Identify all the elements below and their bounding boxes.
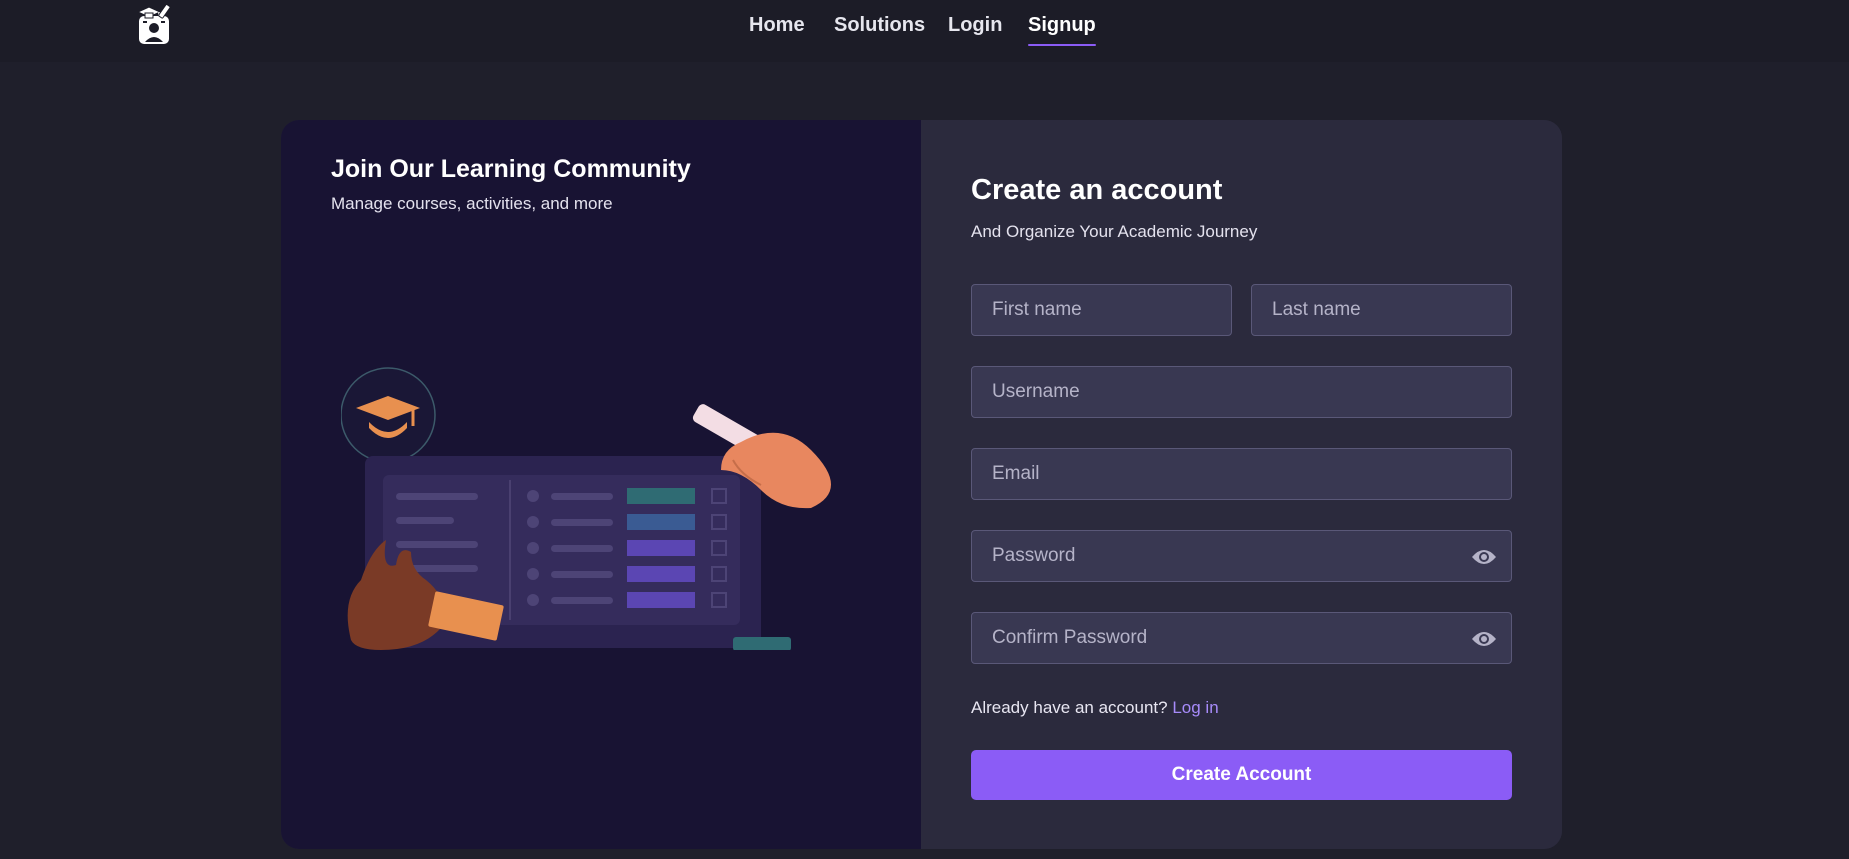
email-field[interactable] [971, 448, 1512, 500]
nav-signup-label: Signup [1028, 14, 1096, 36]
create-account-button[interactable]: Create Account [971, 750, 1512, 800]
first-name-input[interactable] [972, 285, 1231, 335]
login-link[interactable]: Log in [1172, 698, 1218, 717]
last-name-field[interactable] [1251, 284, 1512, 336]
main-nav: Home Solutions Login Signup [0, 0, 1849, 62]
form-subtitle: And Organize Your Academic Journey [971, 222, 1258, 241]
eye-icon[interactable] [1471, 627, 1497, 651]
confirm-password-field[interactable] [971, 612, 1512, 664]
eye-icon[interactable] [1471, 545, 1497, 569]
first-name-field[interactable] [971, 284, 1232, 336]
username-input[interactable] [972, 367, 1511, 417]
last-name-input[interactable] [1252, 285, 1511, 335]
password-field[interactable] [971, 530, 1512, 582]
email-input[interactable] [972, 449, 1511, 499]
signup-card: Join Our Learning Community Manage cours… [281, 120, 1562, 849]
active-nav-underline [1028, 44, 1096, 46]
login-prompt-text: Already have an account? [971, 698, 1168, 717]
promo-title: Join Our Learning Community [331, 155, 691, 183]
confirm-password-input[interactable] [972, 613, 1511, 663]
nav-solutions[interactable]: Solutions [834, 14, 925, 37]
signup-form-panel: Create an account And Organize Your Acad… [921, 120, 1562, 849]
top-navigation-bar: Home Solutions Login Signup [0, 0, 1849, 62]
promo-panel: Join Our Learning Community Manage cours… [281, 120, 921, 849]
form-title: Create an account [971, 174, 1223, 206]
nav-login[interactable]: Login [948, 14, 1002, 37]
password-input[interactable] [972, 531, 1511, 581]
hands-dashboard-illustration [341, 367, 831, 650]
username-field[interactable] [971, 366, 1512, 418]
nav-home[interactable]: Home [749, 14, 805, 37]
promo-subtitle: Manage courses, activities, and more [331, 194, 613, 213]
nav-signup[interactable]: Signup [1028, 14, 1096, 46]
login-prompt: Already have an account? Log in [971, 698, 1219, 718]
